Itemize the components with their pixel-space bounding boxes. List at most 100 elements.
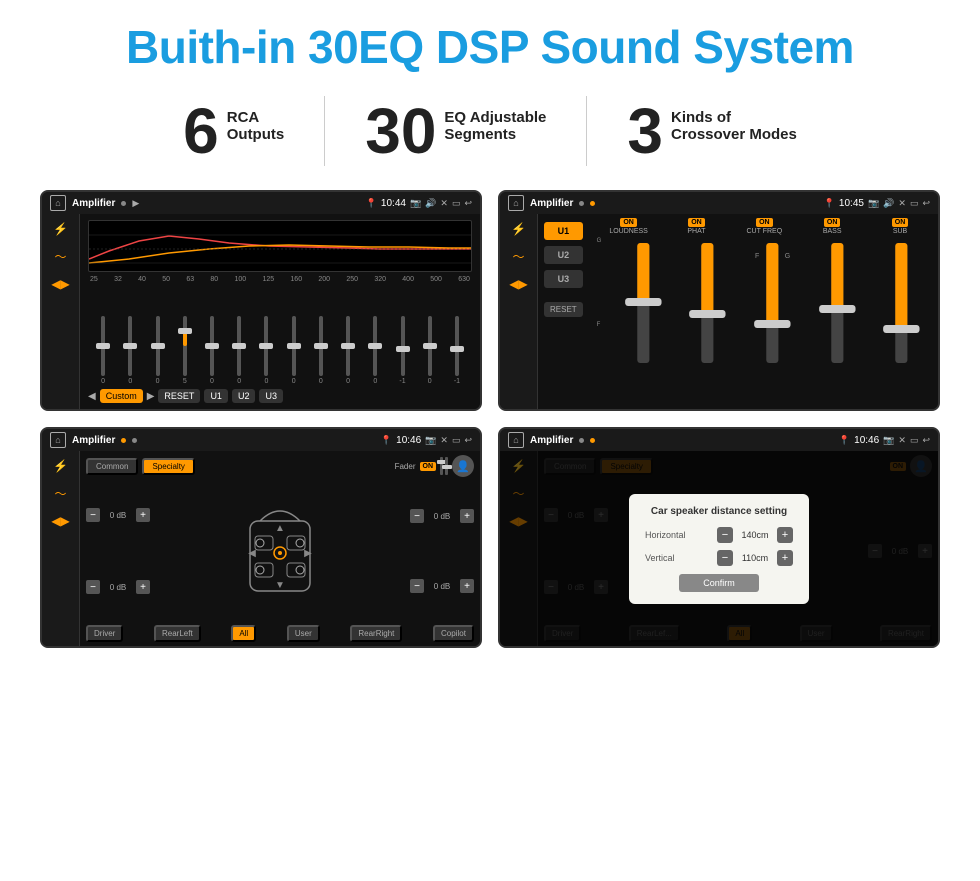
tab-specialty[interactable]: Specialty (142, 458, 194, 475)
crossover-channel-headers: ON LOUDNESS ON PHAT ON CUT FREQ (597, 218, 932, 235)
fader-slider-2[interactable] (445, 457, 448, 475)
eq-slider-250[interactable]: 0 (362, 316, 388, 385)
eq-reset-btn[interactable]: RESET (158, 389, 200, 403)
eq-slider-125[interactable]: 0 (281, 316, 307, 385)
car-speaker-dialog-time: 10:46 (854, 435, 879, 446)
eq-slider-200[interactable]: 0 (335, 316, 361, 385)
crossover-home-icon[interactable]: ⌂ (508, 195, 524, 211)
crossover-sidebar-icon3[interactable]: ◀▶ (509, 277, 527, 291)
home-icon[interactable]: ⌂ (50, 195, 66, 211)
crossover-sidebar-icon2[interactable]: 〜 (512, 248, 524, 265)
crossover-close-icon: ✕ (898, 198, 906, 209)
db-plus-right-top[interactable]: + (460, 509, 474, 523)
crossover-u3-btn[interactable]: U3 (544, 270, 583, 288)
eq-next-arrow[interactable]: ▶ (147, 391, 155, 402)
freq-32: 32 (114, 276, 122, 283)
dialog-horizontal-plus[interactable]: + (777, 527, 793, 543)
car-speaker-dialog-status-right: 📍 10:46 📷 ✕ ▭ ↩ (839, 435, 930, 446)
stat-rca-number: 6 (183, 99, 219, 163)
car-btn-all[interactable]: All (231, 625, 256, 642)
crossover-status-left: ⌂ Amplifier (508, 195, 595, 211)
db-minus-right-bottom[interactable]: − (410, 579, 424, 593)
eq-sidebar-icon2[interactable]: 〜 (54, 248, 66, 265)
sub-slider-col: G 20 (871, 238, 932, 405)
freq-320: 320 (374, 276, 386, 283)
crossover-u1-btn[interactable]: U1 (544, 222, 583, 240)
stat-crossover: 3 Kinds of Crossover Modes (587, 99, 836, 163)
car-btn-rearright[interactable]: RearRight (350, 625, 402, 642)
sub-slider-svg: G 20 (871, 238, 932, 368)
eq-u2-btn[interactable]: U2 (232, 389, 256, 403)
crossover-status-bar: ⌂ Amplifier 📍 10:45 📷 🔊 ✕ ▭ ↩ (500, 192, 938, 214)
ch-phat: ON PHAT (665, 218, 729, 235)
cutfreq-slider-svg: F G 100Hz 80Hz (742, 238, 803, 368)
car-speaker-sidebar-icon3[interactable]: ◀▶ (51, 514, 69, 528)
eq-main: 25 32 40 50 63 80 100 125 160 200 250 32… (80, 214, 480, 409)
user-icon[interactable]: 👤 (452, 455, 474, 477)
db-plus-left-bottom[interactable]: + (136, 580, 150, 594)
car-btn-rearleft[interactable]: RearLeft (154, 625, 201, 642)
crossover-sidebar: ⚡ 〜 ◀▶ (500, 214, 538, 409)
car-speaker-dialog-status-left: ⌂ Amplifier (508, 432, 595, 448)
freq-25: 25 (90, 276, 98, 283)
crossover-scale-labels: G F (597, 238, 609, 405)
crossover-dot1 (579, 201, 584, 206)
stat-eq-label-line1: EQ Adjustable (444, 109, 546, 126)
stat-crossover-label-line2: Crossover Modes (671, 126, 797, 143)
car-speaker-sidebar-icon1[interactable]: ⚡ (53, 459, 68, 473)
crossover-minimize-icon: ▭ (910, 198, 919, 209)
eq-prev-arrow[interactable]: ◀ (88, 391, 96, 402)
crossover-back-icon: ↩ (922, 198, 930, 209)
eq-slider-40[interactable]: 0 (144, 316, 170, 385)
crossover-u2-btn[interactable]: U2 (544, 246, 583, 264)
freq-40: 40 (138, 276, 146, 283)
dialog-horizontal-minus[interactable]: − (717, 527, 733, 543)
car-speaker-status-right: 📍 10:46 📷 ✕ ▭ ↩ (381, 435, 472, 446)
eq-slider-100[interactable]: 0 (253, 316, 279, 385)
freq-80: 80 (210, 276, 218, 283)
close-icon: ✕ (440, 198, 448, 209)
car-speaker-dialog-home-icon[interactable]: ⌂ (508, 432, 524, 448)
eq-custom-btn[interactable]: Custom (100, 389, 143, 403)
eq-slider-32[interactable]: 0 (117, 316, 143, 385)
eq-slider-160[interactable]: 0 (308, 316, 334, 385)
crossover-dot2 (590, 201, 595, 206)
eq-slider-50[interactable]: 5 (172, 316, 198, 385)
eq-sidebar-icon1[interactable]: ⚡ (53, 222, 68, 236)
eq-slider-25[interactable]: 0 (90, 316, 116, 385)
db-minus-left-bottom[interactable]: − (86, 580, 100, 594)
eq-slider-320[interactable]: -1 (389, 316, 415, 385)
car-btn-driver[interactable]: Driver (86, 625, 123, 642)
dialog-confirm-button[interactable]: Confirm (679, 574, 759, 592)
ch-loudness: ON LOUDNESS (597, 218, 661, 235)
stat-eq-label: EQ Adjustable Segments (444, 99, 546, 143)
crossover-sidebar-icon1[interactable]: ⚡ (511, 222, 526, 236)
db-value-right-top: 0 dB (427, 512, 457, 521)
eq-u3-btn[interactable]: U3 (259, 389, 283, 403)
crossover-volume-icon: 🔊 (883, 198, 894, 209)
eq-slider-500[interactable]: -1 (444, 316, 470, 385)
dialog-box: Car speaker distance setting Horizontal … (629, 494, 809, 604)
dialog-vertical-plus[interactable]: + (777, 550, 793, 566)
dialog-vertical-minus[interactable]: − (717, 550, 733, 566)
eq-slider-80[interactable]: 0 (226, 316, 252, 385)
eq-u1-btn[interactable]: U1 (204, 389, 228, 403)
car-btn-copilot[interactable]: Copilot (433, 625, 474, 642)
phat-slider-svg: F (677, 238, 738, 368)
eq-slider-400[interactable]: 0 (417, 316, 443, 385)
eq-slider-63[interactable]: 0 (199, 316, 225, 385)
crossover-content: ⚡ 〜 ◀▶ U1 U2 U3 RESET (500, 214, 938, 409)
car-btn-user[interactable]: User (287, 625, 320, 642)
db-minus-right-top[interactable]: − (410, 509, 424, 523)
db-plus-right-bottom[interactable]: + (460, 579, 474, 593)
db-minus-left-top[interactable]: − (86, 508, 100, 522)
bass-slider-col: 3.0 90Hz (807, 238, 868, 405)
crossover-reset-btn[interactable]: RESET (544, 302, 583, 317)
car-speaker-sidebar-icon2[interactable]: 〜 (54, 485, 66, 502)
car-speaker-home-icon[interactable]: ⌂ (50, 432, 66, 448)
eq-sidebar-icon3[interactable]: ◀▶ (51, 277, 69, 291)
car-speaker-back-icon: ↩ (464, 435, 472, 446)
tab-common[interactable]: Common (86, 458, 138, 475)
eq-play-icon: ▶ (132, 198, 139, 209)
db-plus-left-top[interactable]: + (136, 508, 150, 522)
